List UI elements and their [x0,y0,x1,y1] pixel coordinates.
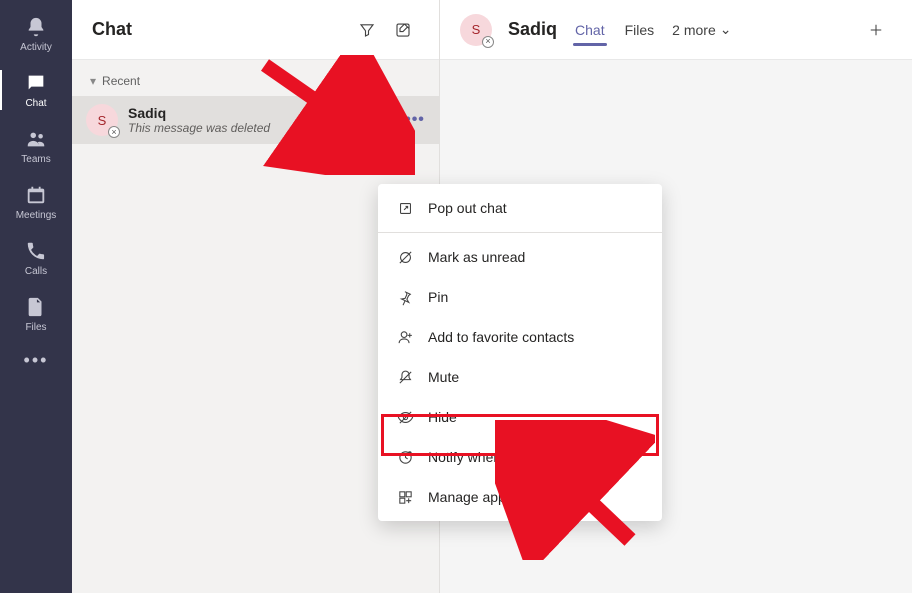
hide-icon [396,408,414,426]
avatar-initial: S [98,113,107,128]
rail-label: Chat [25,98,46,109]
chevron-down-icon: ▾ [90,74,96,88]
menu-popout-chat[interactable]: Pop out chat [378,188,662,228]
rail-label: Meetings [16,210,57,221]
menu-manage-apps[interactable]: Manage apps [378,477,662,517]
conversation-header: S Sadiq Chat Files 2 more ⌄ [440,0,912,60]
presence-offline-icon [482,36,494,48]
chat-item-preview: This message was deleted [128,121,367,135]
avatar-initial: S [472,22,481,37]
chat-context-menu: Pop out chat Mark as unread Pin Add to f… [378,184,662,521]
tab-chat[interactable]: Chat [573,4,607,56]
apps-icon [396,488,414,506]
filter-button[interactable] [351,14,383,46]
menu-label: Pop out chat [428,200,507,216]
conversation-title: Sadiq [508,19,557,40]
pin-icon [396,288,414,306]
menu-label: Hide [428,409,457,425]
tab-more[interactable]: 2 more ⌄ [672,21,731,38]
files-icon [24,295,48,319]
menu-add-favorite[interactable]: Add to favorite contacts [378,317,662,357]
menu-notify-available[interactable]: Notify when available [378,437,662,477]
new-chat-button[interactable] [387,14,419,46]
phone-icon [24,239,48,263]
tab-more-label: 2 more [672,22,716,38]
chat-list-header: Chat [72,0,439,60]
rail-files[interactable]: Files [0,286,72,342]
rail-label: Activity [20,42,52,53]
chat-item-more-button[interactable]: ••• [401,106,429,134]
menu-divider [378,232,662,233]
add-tab-button[interactable] [860,14,892,46]
rail-calls[interactable]: Calls [0,230,72,286]
chat-list-title: Chat [92,19,347,40]
rail-teams[interactable]: Teams [0,118,72,174]
rail-label: Teams [21,154,50,165]
chat-item-text: Sadiq This message was deleted [128,105,367,135]
menu-label: Mute [428,369,459,385]
avatar: S [86,104,118,136]
menu-hide[interactable]: Hide [378,397,662,437]
app-rail: Activity Chat Teams Meetings Calls Files… [0,0,72,593]
unread-icon [396,248,414,266]
rail-label: Files [25,322,46,333]
menu-label: Mark as unread [428,249,525,265]
menu-label: Notify when available [428,449,560,465]
notify-icon [396,448,414,466]
chat-item-name: Sadiq [128,105,367,121]
teams-icon [24,127,48,151]
menu-pin[interactable]: Pin [378,277,662,317]
rail-meetings[interactable]: Meetings [0,174,72,230]
rail-label: Calls [25,266,47,277]
rail-activity[interactable]: Activity [0,6,72,62]
recent-section-header[interactable]: ▾ Recent [72,60,439,96]
menu-label: Manage apps [428,489,513,505]
mute-icon [396,368,414,386]
bell-icon [24,15,48,39]
chevron-down-icon: ⌄ [720,21,732,38]
chat-icon [24,71,48,95]
avatar: S [460,14,492,46]
calendar-icon [24,183,48,207]
rail-more[interactable]: ••• [0,342,72,382]
ellipsis-icon: ••• [24,349,48,373]
recent-label: Recent [102,74,140,88]
rail-chat[interactable]: Chat [0,62,72,118]
popout-icon [396,199,414,217]
menu-mute[interactable]: Mute [378,357,662,397]
add-contact-icon [396,328,414,346]
menu-label: Add to favorite contacts [428,329,574,345]
popout-chat-button[interactable] [367,106,395,134]
presence-offline-icon [108,126,120,138]
tab-files[interactable]: Files [623,4,657,56]
chat-list-item[interactable]: S Sadiq This message was deleted ••• [72,96,439,144]
chat-item-actions: ••• [367,106,429,134]
menu-mark-unread[interactable]: Mark as unread [378,237,662,277]
menu-label: Pin [428,289,448,305]
